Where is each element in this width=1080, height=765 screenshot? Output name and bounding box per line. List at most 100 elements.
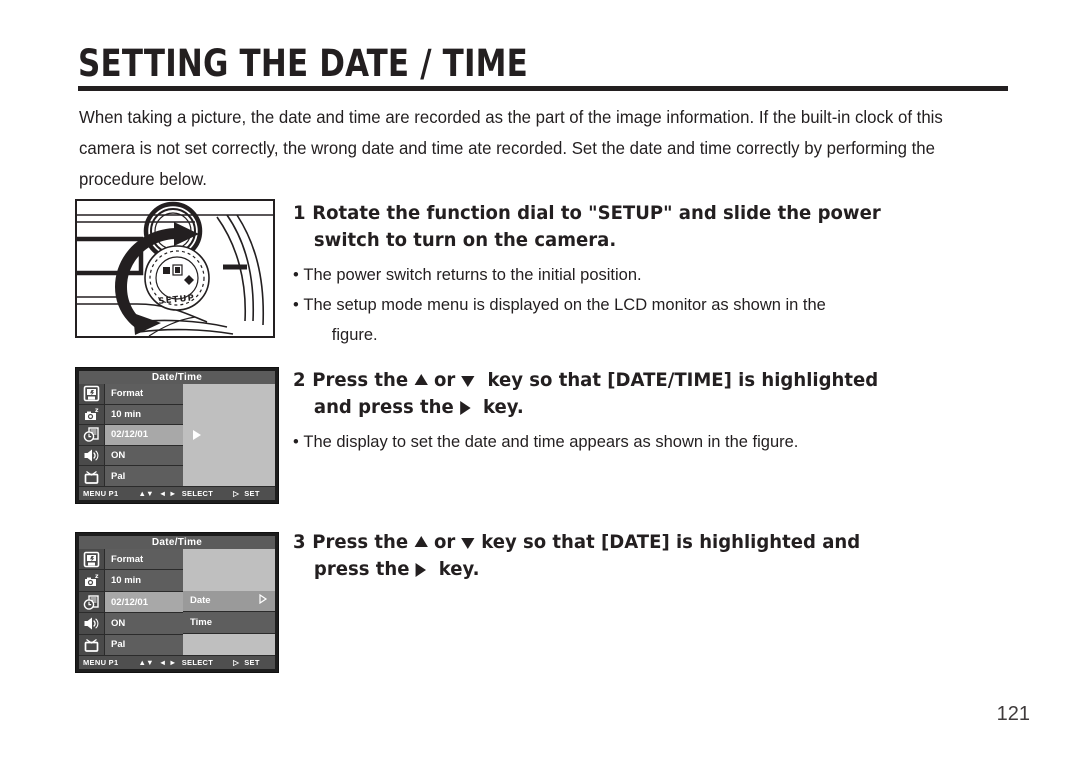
lcd1-row-videoout[interactable]: Pal [79,466,183,486]
lcd1-label-beep: ON [104,445,183,466]
down-arrow-icon [461,376,475,387]
clock-date-icon [79,425,104,445]
step-3-heading-d: press the [313,558,410,580]
lcd2-footer-leftright: ◄ ► [158,658,177,667]
list-item: • The setup mode menu is displayed on th… [293,290,972,350]
lcd2-submenu-item-date[interactable]: Date [183,590,275,613]
lcd1-row-format[interactable]: Format [79,384,183,405]
lcd1-row-beep[interactable]: ON [79,445,183,467]
intro-paragraph: When taking a picture, the date and time… [79,107,943,189]
up-arrow-icon [414,536,428,547]
tv-output-icon [79,466,104,486]
lcd2-row-autopoweroff[interactable]: z 10 min [79,570,183,592]
lcd2-label-format: Format [104,549,183,570]
step-2-heading-d: and press the [313,396,454,418]
lcd2-submenu-panel: Date Time [183,549,275,655]
lcd1-title: Date/Time [79,371,275,384]
tv-output-icon [79,634,104,656]
lcd1-footer-menu: MENU P1 [83,489,119,498]
step-2-heading-a: Press the [312,369,409,391]
lcd1-right-panel [183,384,275,486]
lcd2-label-beep: ON [104,613,183,634]
speaker-icon [79,445,104,466]
step-1-bullet-2: The setup mode menu is displayed on the … [303,295,826,314]
svg-text:z: z [95,407,99,414]
step-2-heading-e: key. [483,396,524,418]
lcd1-row-autopoweroff[interactable]: z 10 min [79,404,183,426]
lcd1-footer-set-arrow: ▷ [233,489,240,498]
lcd2-label-autopoweroff: 10 min [104,570,183,591]
lcd1-label-format: Format [104,384,183,404]
page-number: 121 [996,703,1030,725]
step-2-heading-b: or [433,369,456,391]
lcd2-row-videoout[interactable]: Pal [79,634,183,656]
step-1-heading-line1: Rotate the function dial to "SETUP" and … [312,202,881,224]
lcd2-label-videoout: Pal [104,634,183,656]
camera-sleep-icon: z [79,404,104,425]
lcd2-row-format[interactable]: Format [79,549,183,571]
camera-sleep-icon: z [79,570,104,591]
lcd2-footer-select: SELECT [181,658,214,667]
step-2-heading-c: key so that [DATE/TIME] is highlighted [487,369,879,391]
lcd1-label-autopoweroff: 10 min [104,404,183,425]
step-1-bullet-1: The power switch returns to the initial … [303,265,642,284]
step-3-heading-line2: press the key. [293,556,958,583]
camera-dial-figure: SETUP [75,199,275,338]
lcd2-row-beep[interactable]: ON [79,613,183,635]
lcd1-footer-leftright: ◄ ► [158,489,177,498]
format-card-icon [79,384,104,404]
step-1: 1 Rotate the function dial to "SETUP" and… [293,200,993,350]
camera-illustration: SETUP [77,201,273,336]
lcd1-row-datetime[interactable]: 02/12/01 [79,425,183,446]
step-3-heading-b: or [433,531,456,553]
lcd1-menu-list: Format z 10 min 02/12/01 ON Pal [79,384,183,486]
lcd2-menu-list: Format z 10 min 02/12/01 ON Pal [79,549,183,656]
lcd2-submenu-label-date: Date [190,595,211,607]
step-2-bullet-1: The display to set the date and time app… [303,432,799,451]
lcd2-footer-menu: MENU P1 [83,658,119,667]
step-2-heading-line2: and press the key. [293,394,958,421]
lcd2-title: Date/Time [79,536,275,549]
step-3-number: 3 [293,531,306,553]
lcd-setup-menu-figure: Date/Time Format z 10 min 02/12/01 ON Pa… [75,367,279,504]
step-2-heading: 2 Press the or key so that [DATE/TIME] is… [293,367,958,421]
step-2: 2 Press the or key so that [DATE/TIME] is… [293,367,993,457]
lcd2-submenu-filler-bottom [183,634,275,655]
lcd1-footer-updown: ▲▼ [138,489,154,498]
lcd-datetime-submenu-figure: Date/Time Format z 10 min 02/12/01 ON Pa… [75,532,279,673]
step-1-bullet-2-cont: figure. [331,325,378,344]
step-1-number: 1 [293,202,306,224]
step-3: 3 Press the or key so that [DATE] is high… [293,529,993,583]
lcd1-footer-set: SET [244,489,260,498]
list-item: • The power switch returns to the initia… [293,265,642,284]
lcd2-footer-updown: ▲▼ [138,658,154,667]
down-arrow-icon [461,538,475,549]
speaker-icon [79,613,104,634]
lcd2-submenu-label-time: Time [190,617,213,629]
outline-right-arrow-icon [258,594,268,607]
up-arrow-icon [414,374,428,385]
step-2-bullets: • The display to set the date and time a… [293,427,993,457]
format-card-icon [79,549,104,570]
lcd1-footer: MENU P1 ▲▼ ◄ ► SELECT ▷ SET [79,486,275,500]
step-3-heading-a: Press the [312,531,409,553]
lcd1-label-datetime: 02/12/01 [104,425,183,445]
svg-text:z: z [95,573,99,580]
lcd2-footer: MENU P1 ▲▼ ◄ ► SELECT ▷ SET [79,655,275,669]
lcd2-row-datetime[interactable]: 02/12/01 [79,591,183,614]
lcd2-submenu-item-time[interactable]: Time [183,612,275,635]
list-item: • The display to set the date and time a… [293,432,799,451]
step-1-bullets: • The power switch returns to the initia… [293,260,993,350]
page-title: SETTING THE DATE / TIME [78,42,529,85]
step-2-number: 2 [293,369,306,391]
step-1-heading: 1 Rotate the function dial to "SETUP" and… [293,200,958,254]
right-arrow-icon [459,400,471,415]
title-underline [78,86,1008,91]
lcd1-label-videoout: Pal [104,466,183,486]
clock-date-icon [79,591,104,613]
lcd2-submenu-filler-top [183,549,275,570]
right-arrow-icon [415,562,427,577]
lcd1-footer-select: SELECT [181,489,214,498]
step-3-heading-e: key. [438,558,480,580]
step-1-heading-line2: switch to turn on the camera. [313,229,617,251]
